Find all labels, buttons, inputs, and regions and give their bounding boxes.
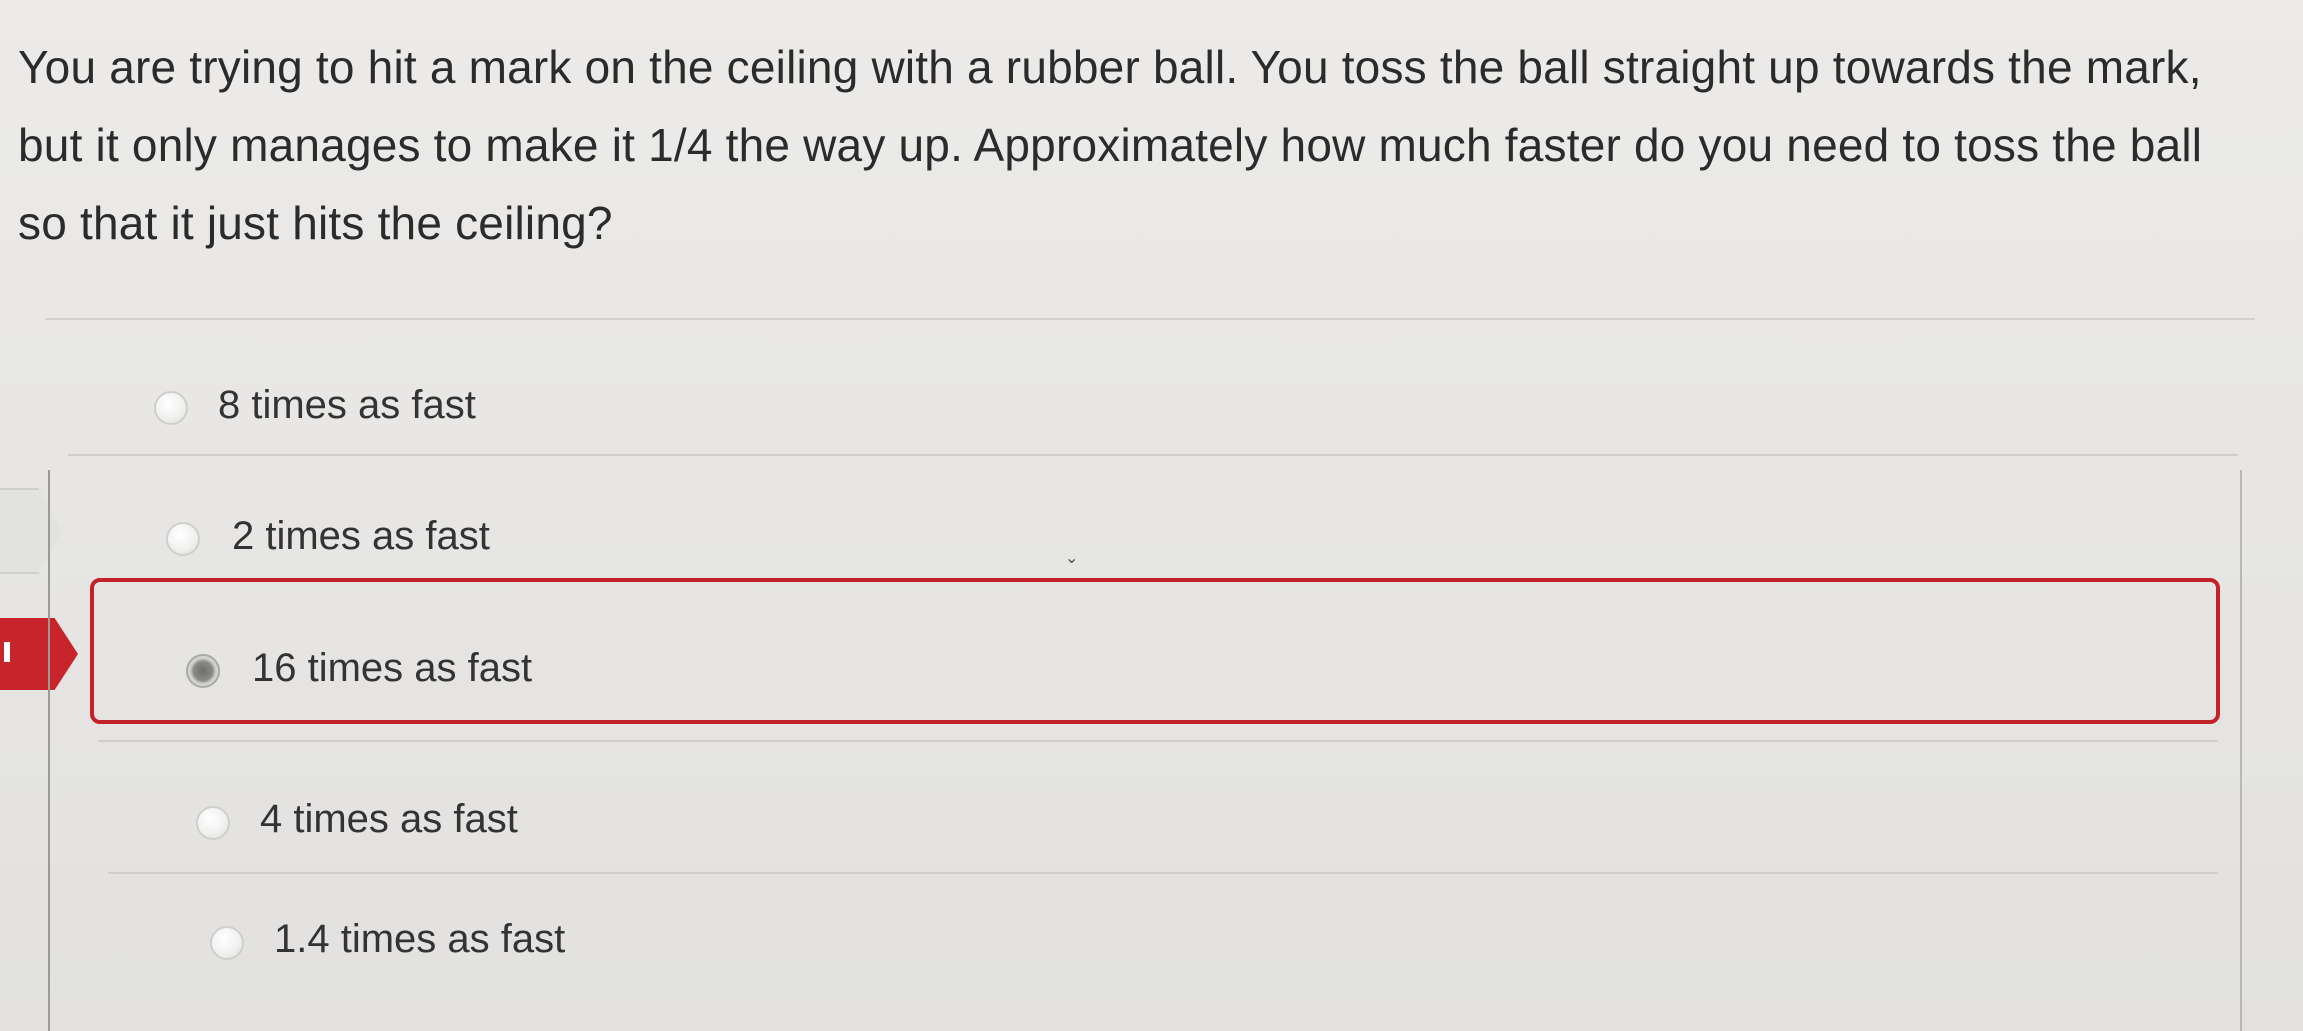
answer-label[interactable]: 16 times as fast — [252, 646, 532, 691]
answer-divider — [68, 454, 2238, 456]
radio-button-selected-icon[interactable] — [186, 654, 220, 688]
radio-button-icon[interactable] — [210, 926, 244, 960]
answer-divider — [108, 872, 2218, 874]
question-text: You are trying to hit a mark on the ceil… — [18, 41, 2203, 249]
question-divider — [45, 318, 2255, 320]
cursor-caret-icon: ⌄ — [1065, 550, 1079, 567]
answer-label[interactable]: 2 times as fast — [232, 514, 490, 559]
answer-label[interactable]: 4 times as fast — [260, 797, 518, 842]
radio-button-icon[interactable] — [166, 522, 200, 556]
radio-button-icon[interactable] — [154, 391, 188, 425]
answer-divider — [98, 740, 2218, 742]
answer-label[interactable]: 1.4 times as fast — [274, 917, 565, 962]
radio-button-icon[interactable] — [196, 806, 230, 840]
current-question-marker-icon — [4, 642, 10, 662]
quiz-page: You are trying to hit a mark on the ceil… — [0, 0, 2303, 1031]
answer-label[interactable]: 8 times as fast — [218, 383, 476, 428]
